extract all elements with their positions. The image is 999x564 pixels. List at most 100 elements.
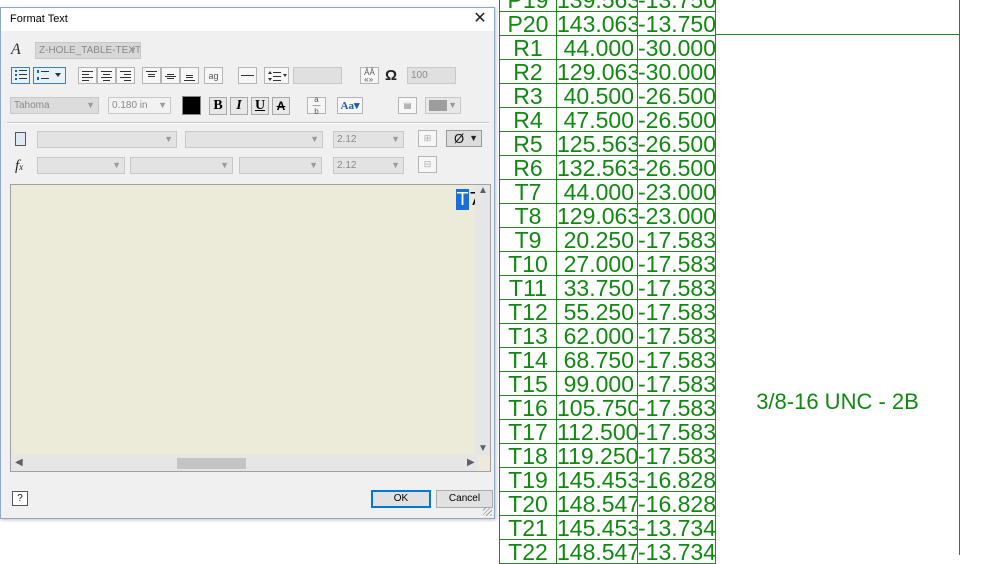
close-button[interactable]: ✕ xyxy=(472,11,488,27)
align-center-icon[interactable] xyxy=(97,67,116,84)
strikethrough-button[interactable]: A xyxy=(272,97,290,115)
stack-icon[interactable]: ÅÅ «» xyxy=(360,67,379,84)
scroll-down-icon[interactable]: ▼ xyxy=(478,443,488,454)
background-icon[interactable]: ▤ xyxy=(398,97,417,114)
underline-button[interactable]: U xyxy=(251,97,269,115)
width-percent-value: 100 xyxy=(411,70,428,81)
description-cell: 3/8-16 UNC - 2B xyxy=(716,35,960,555)
hole-id-cell: R2 xyxy=(499,60,557,84)
baseline-align-icon[interactable]: ag xyxy=(204,67,223,84)
hole-id-cell: T14 xyxy=(499,348,557,372)
text-color-swatch[interactable] xyxy=(182,96,201,115)
x-coordinate-cell: 112.500 xyxy=(557,420,638,444)
help-label: ? xyxy=(17,493,23,504)
insert-parameter-button[interactable]: ⊞ xyxy=(418,130,437,147)
precision-dropdown[interactable]: 2.12 ▼ xyxy=(333,131,404,148)
y-coordinate-cell: -17.583 xyxy=(638,372,716,396)
bold-button[interactable]: B xyxy=(209,97,227,115)
dialog-titlebar: Format Text ✕ xyxy=(1,8,494,31)
separator xyxy=(7,122,489,124)
y-coordinate-cell: -26.500 xyxy=(638,132,716,156)
y-coordinate-cell: -30.000 xyxy=(638,36,716,60)
horizontal-scroll-thumb[interactable] xyxy=(177,458,246,469)
source-dropdown[interactable]: ▼ xyxy=(185,131,323,148)
type-dropdown[interactable]: ▼ xyxy=(37,157,125,174)
italic-button[interactable]: I xyxy=(230,97,248,115)
bullet-list-button[interactable] xyxy=(11,67,30,84)
property-precision-dropdown[interactable]: 2.12 ▼ xyxy=(333,157,404,174)
x-coordinate-cell: 145.453 xyxy=(557,516,638,540)
selected-text[interactable]: T xyxy=(456,189,469,210)
y-coordinate-cell: -26.500 xyxy=(638,84,716,108)
x-coordinate-cell: 44.000 xyxy=(557,180,638,204)
y-coordinate-cell: -30.000 xyxy=(638,60,716,84)
fraction-icon[interactable]: a — b xyxy=(307,95,326,115)
align-left-icon[interactable] xyxy=(78,67,97,84)
line-spacing-value[interactable] xyxy=(293,67,342,84)
dialog-title: Format Text xyxy=(10,13,68,25)
font-size-dropdown[interactable]: 0.180 in ▼ xyxy=(108,97,171,114)
hole-id-cell: T15 xyxy=(499,372,557,396)
y-coordinate-cell: -13.734 xyxy=(638,540,716,564)
hole-id-cell: T7 xyxy=(499,180,557,204)
hole-id-cell: T10 xyxy=(499,252,557,276)
align-middle-icon[interactable] xyxy=(161,67,180,84)
y-coordinate-cell: -17.583 xyxy=(638,396,716,420)
align-bottom-icon[interactable] xyxy=(180,67,199,84)
y-coordinate-cell: -17.583 xyxy=(638,324,716,348)
line-spacing-dropdown[interactable] xyxy=(264,67,289,84)
precision-value: 2.12 xyxy=(337,134,357,145)
vertical-scrollbar[interactable]: ▲ ▼ xyxy=(475,185,490,455)
symbol-dropdown[interactable]: Ø ▼ xyxy=(446,130,482,147)
help-button[interactable]: ? xyxy=(12,491,28,506)
property-dropdown[interactable]: ▼ xyxy=(130,157,233,174)
hole-id-cell: R4 xyxy=(499,108,557,132)
horizontal-scrollbar[interactable]: ◀ ▶ xyxy=(11,455,477,471)
cancel-button[interactable]: Cancel xyxy=(436,490,493,508)
y-coordinate-cell: -17.583 xyxy=(638,252,716,276)
y-coordinate-cell: -26.500 xyxy=(638,108,716,132)
width-percent-field[interactable]: 100 xyxy=(407,67,456,84)
description-cell-top xyxy=(716,0,960,35)
x-coordinate-cell: 125.563 xyxy=(557,132,638,156)
scroll-right-icon[interactable]: ▶ xyxy=(467,457,475,468)
x-coordinate-cell: 143.063 xyxy=(557,12,638,36)
resize-grip[interactable] xyxy=(483,507,492,516)
hole-id-cell: T13 xyxy=(499,324,557,348)
text-case-dropdown[interactable]: Aa▾ xyxy=(337,97,363,114)
x-coordinate-cell: 55.250 xyxy=(557,300,638,324)
component-dropdown[interactable]: ▼ xyxy=(37,131,177,148)
y-coordinate-cell: -17.583 xyxy=(638,300,716,324)
background-color-dropdown[interactable]: ▼ xyxy=(425,97,461,114)
scroll-up-icon[interactable]: ▲ xyxy=(478,185,488,196)
x-coordinate-cell: 33.750 xyxy=(557,276,638,300)
drawing-background xyxy=(960,0,999,545)
property-precision-value: 2.12 xyxy=(337,160,357,171)
font-dropdown[interactable]: Tahoma ▼ xyxy=(10,97,99,114)
x-coordinate-cell: 145.453 xyxy=(557,468,638,492)
add-property-button[interactable]: ⊟ xyxy=(418,156,437,173)
line-icon[interactable] xyxy=(238,67,257,84)
text-style-dropdown[interactable]: Z-HOLE_TABLE-TEXT ▼ xyxy=(35,42,141,59)
scroll-left-icon[interactable]: ◀ xyxy=(15,457,23,468)
y-coordinate-cell: -23.000 xyxy=(638,180,716,204)
hole-id-cell: R6 xyxy=(499,156,557,180)
x-coordinate-cell: 129.063 xyxy=(557,60,638,84)
y-coordinate-cell: -16.828 xyxy=(638,492,716,516)
numbered-list-button[interactable] xyxy=(33,67,66,84)
text-editor[interactable]: T7 ▲ ▼ ◀ ▶ xyxy=(10,184,491,472)
x-coordinate-cell: 99.000 xyxy=(557,372,638,396)
y-coordinate-cell: -23.000 xyxy=(638,204,716,228)
align-right-icon[interactable] xyxy=(116,67,135,84)
width-scale-icon: Ω xyxy=(385,67,398,84)
thread-description: 3/8-16 UNC - 2B xyxy=(756,389,919,414)
hole-id-cell: T17 xyxy=(499,420,557,444)
text-style-icon: A xyxy=(11,41,21,58)
align-top-icon[interactable] xyxy=(142,67,161,84)
y-coordinate-cell: -13.750 xyxy=(638,0,716,12)
x-coordinate-cell: 148.547 xyxy=(557,540,638,564)
y-coordinate-cell: -17.583 xyxy=(638,444,716,468)
y-coordinate-cell: -26.500 xyxy=(638,156,716,180)
ok-button[interactable]: OK xyxy=(371,490,431,508)
parameter-dropdown[interactable]: ▼ xyxy=(239,157,322,174)
